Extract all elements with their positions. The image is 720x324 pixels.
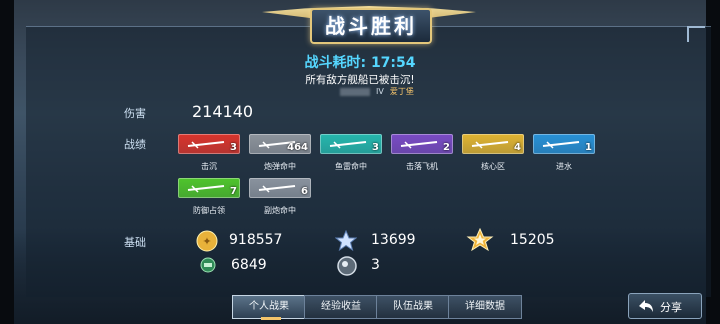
battle-subtitle: 所有敌方舰船已被击沉! — [305, 74, 415, 86]
medal-6: 1 — [533, 134, 595, 154]
credits-coin-icon: ✦ — [196, 230, 218, 252]
captain-exp-star-icon — [466, 228, 494, 252]
sunk-icon — [187, 141, 225, 149]
medal-caption: 进水 — [556, 162, 572, 171]
damage-label: 伤害 — [124, 107, 146, 120]
credits-value: 918557 — [229, 232, 283, 248]
free-exp-value: 6849 — [231, 257, 267, 273]
close-icon[interactable] — [687, 26, 705, 42]
victory-emblem: 战斗胜利 — [262, 0, 476, 48]
ship-name: 爱丁堡 — [389, 87, 414, 96]
medal-caption: 鱼雷命中 — [335, 162, 367, 171]
medal-7: 7 — [178, 178, 240, 198]
medal-caption: 防御占领 — [193, 206, 225, 215]
damage-value: 214140 — [192, 102, 254, 121]
share-arrow-icon — [639, 300, 653, 312]
battle-duration: 战斗耗时: 17:54 — [304, 55, 416, 71]
exp-value: 13699 — [371, 232, 416, 248]
medal-3: 3 — [320, 134, 382, 154]
mvp-line: IV 爱丁堡 — [340, 86, 414, 97]
medal-count: 1 — [585, 142, 592, 153]
medal-8: 6 — [249, 178, 311, 198]
torpedo-hit-icon — [329, 141, 367, 149]
left-edge-bar — [0, 0, 14, 324]
medal-count: 6 — [301, 186, 308, 197]
hidden-player-name — [340, 87, 370, 96]
global-exp-icon — [337, 256, 357, 276]
free-exp-icon — [200, 257, 216, 273]
plane-shot-icon — [400, 141, 438, 149]
defend-icon — [187, 185, 225, 193]
battle-result-screen: 战斗胜利 战斗耗时: 17:54 所有敌方舰船已被击沉! IV 爱丁堡 伤害 21… — [0, 0, 720, 324]
medal-2: 464 — [249, 134, 311, 154]
active-tab-indicator — [261, 317, 281, 320]
medal-caption: 副炮命中 — [264, 206, 296, 215]
basic-label: 基础 — [124, 236, 146, 249]
medal-count: 3 — [230, 142, 237, 153]
ship-tier: IV — [376, 87, 384, 96]
medal-caption: 核心区 — [481, 162, 505, 171]
record-label: 战绩 — [124, 138, 146, 151]
medal-5: 4 — [462, 134, 524, 154]
medal-count: 7 — [230, 186, 237, 197]
exp-star-icon — [335, 230, 357, 252]
tab-3[interactable]: 队伍战果 — [376, 295, 450, 319]
medal-count: 464 — [287, 142, 308, 153]
tab-1[interactable]: 个人战果 — [232, 295, 306, 319]
flooding-icon — [542, 141, 580, 149]
page-title: 战斗胜利 — [325, 14, 417, 38]
share-label: 分享 — [660, 301, 682, 314]
medal-4: 2 — [391, 134, 453, 154]
medal-count: 4 — [514, 142, 521, 153]
medal-caption: 击沉 — [201, 162, 217, 171]
captain-exp-value: 15205 — [510, 232, 555, 248]
share-button[interactable]: 分享 — [628, 293, 702, 319]
tab-2[interactable]: 经验收益 — [304, 295, 378, 319]
medal-caption: 击落飞机 — [406, 162, 438, 171]
medal-count: 3 — [372, 142, 379, 153]
medal-count: 2 — [443, 142, 450, 153]
global-exp-value: 3 — [371, 257, 380, 273]
medal-caption: 炮弹命中 — [264, 162, 296, 171]
citadel-icon — [471, 141, 509, 149]
tab-4[interactable]: 详细数据 — [448, 295, 522, 319]
medal-1: 3 — [178, 134, 240, 154]
svg-text:✦: ✦ — [202, 235, 211, 248]
secondary-hit-icon — [258, 185, 296, 193]
